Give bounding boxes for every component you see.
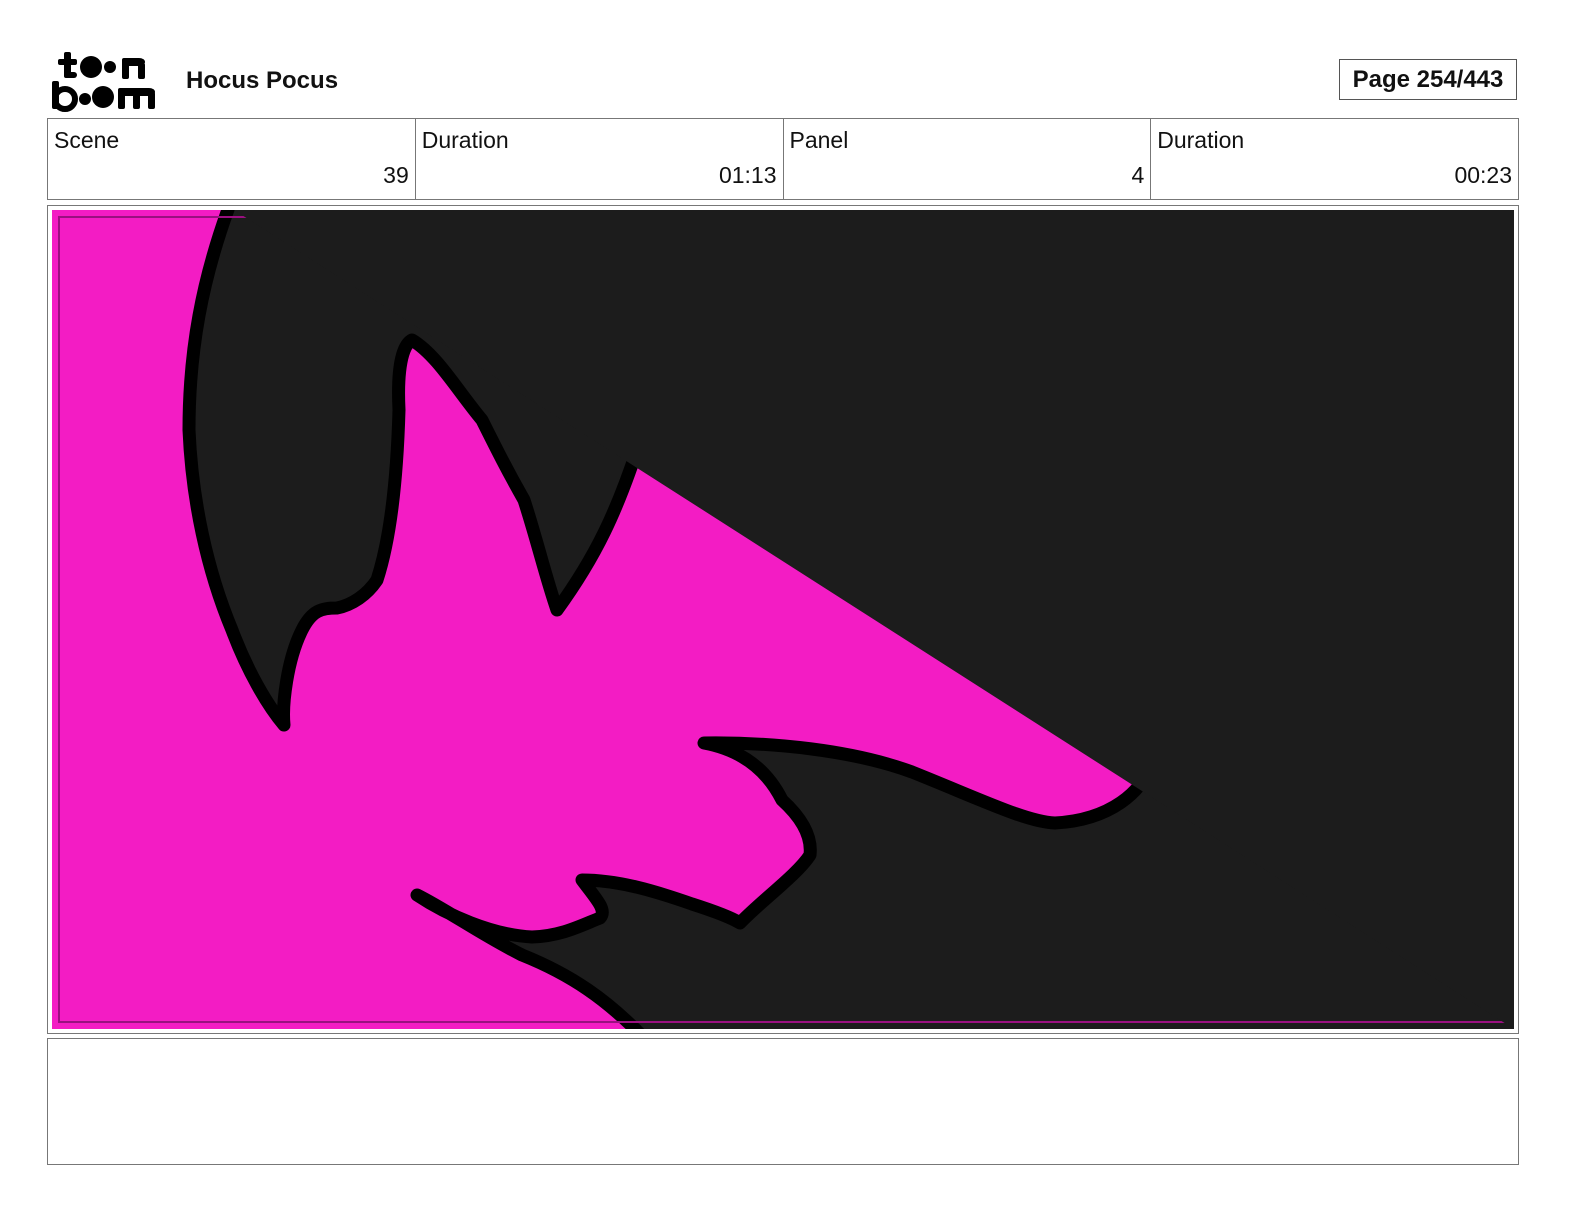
panel-duration-label: Duration bbox=[1157, 127, 1245, 153]
scene-duration-cell: Duration 01:13 bbox=[414, 119, 783, 199]
scene-cell: Scene 39 bbox=[48, 119, 415, 199]
panel-duration-value: 00:23 bbox=[1454, 162, 1512, 188]
toon-boom-logo-icon bbox=[52, 50, 164, 112]
page-indicator: Page 254/443 bbox=[1339, 59, 1517, 100]
panel-image-frame bbox=[47, 205, 1519, 1034]
panel-notes-box bbox=[47, 1038, 1519, 1165]
scene-duration-label: Duration bbox=[421, 127, 509, 153]
scene-duration-value: 01:13 bbox=[718, 162, 777, 188]
panel-label: Panel bbox=[789, 127, 849, 153]
storyboard-panel-drawing bbox=[52, 210, 1514, 1029]
panel-duration-cell: Duration 00:23 bbox=[1150, 119, 1518, 199]
scene-label: Scene bbox=[54, 127, 120, 153]
panel-info-row: Scene 39 Duration 01:13 Panel 4 Duration… bbox=[47, 118, 1519, 200]
scene-number: 39 bbox=[383, 162, 409, 188]
panel-cell: Panel 4 bbox=[782, 119, 1151, 199]
project-title: Hocus Pocus bbox=[186, 67, 339, 94]
panel-number: 4 bbox=[1131, 162, 1145, 188]
